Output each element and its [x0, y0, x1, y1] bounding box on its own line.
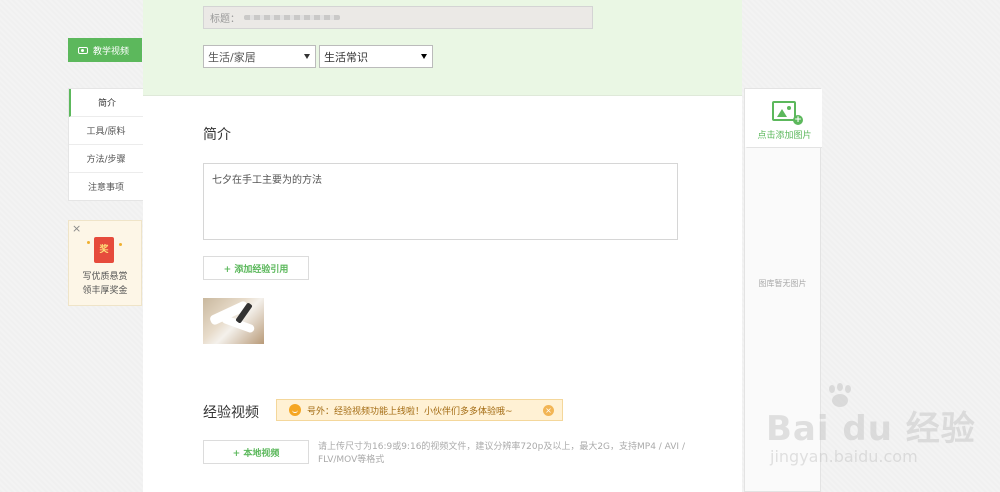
envelope-char: 奖 [99, 245, 109, 255]
watermark-url: jingyan.baidu.com [770, 447, 918, 466]
baidu-watermark: Bai du 经验 jingyan.baidu.com [760, 383, 1000, 483]
reward-banner[interactable]: × 奖 写优质悬赏 领丰厚奖金 [68, 220, 142, 306]
red-envelope-icon: 奖 [94, 237, 114, 263]
nav-item-steps[interactable]: 方法/步骤 [69, 145, 143, 173]
smile-icon [289, 404, 301, 416]
video-upload-hint: 请上传尺寸为16:9或9:16的视频文件，建议分辨率720p及以上，最大2G，支… [318, 442, 685, 465]
empty-library-text: 图库暂无图片 [758, 279, 807, 288]
plus-icon: + [793, 115, 803, 125]
chevron-down-icon [304, 54, 310, 59]
video-heading: 经验视频 [203, 405, 259, 421]
nav-item-label: 简介 [97, 99, 116, 109]
close-icon[interactable]: × [543, 405, 554, 416]
close-icon[interactable]: × [72, 222, 81, 235]
video-notice: 号外：经验视频功能上线啦！小伙伴们多多体验哦~ × [276, 399, 563, 421]
intro-text: 七夕在手工主要为的方法 [212, 175, 322, 186]
video-camera-icon [78, 46, 88, 54]
nav-item-label: 方法/步骤 [86, 155, 126, 165]
intro-textarea[interactable]: 七夕在手工主要为的方法 [203, 163, 678, 240]
category-1-value: 生活/家居 [208, 50, 256, 64]
header-band: 标题： 生活/家居 生活常识 [143, 0, 742, 96]
reward-text-line1: 写优质悬赏 [82, 272, 128, 282]
title-value-redacted [244, 15, 340, 20]
category-select-1[interactable]: 生活/家居 [203, 45, 316, 68]
reward-text-line2: 领丰厚奖金 [82, 286, 128, 296]
intro-heading: 简介 [203, 127, 231, 143]
nav-item-label: 工具/原料 [86, 127, 126, 137]
nav-item-notes[interactable]: 注意事项 [69, 173, 143, 200]
teaching-video-label: 教学视频 [93, 46, 130, 57]
intro-image-thumbnail[interactable] [203, 298, 264, 344]
nav-item-label: 注意事项 [87, 183, 124, 193]
watermark-brand: Bai du 经验 [766, 409, 976, 449]
teaching-video-tag[interactable]: 教学视频 [68, 38, 142, 62]
add-image-label: 点击添加图片 [757, 131, 812, 141]
title-label: 标题： [210, 14, 240, 25]
category-2-value: 生活常识 [324, 50, 368, 64]
category-select-2[interactable]: 生活常识 [319, 45, 433, 68]
editor-panel: 标题： 生活/家居 生活常识 简介 七夕在手工主要为的方法 + 添加经验引用 经… [143, 0, 742, 492]
title-input[interactable]: 标题： [203, 6, 593, 29]
nav-item-intro[interactable]: 简介 [69, 89, 143, 117]
nav-item-tools[interactable]: 工具/原料 [69, 117, 143, 145]
add-reference-button[interactable]: + 添加经验引用 [203, 256, 309, 280]
add-image-button[interactable]: + 点击添加图片 [745, 89, 822, 148]
sparkle-icon [119, 243, 122, 246]
chevron-down-icon [421, 54, 427, 59]
local-video-button[interactable]: + 本地视频 [203, 440, 309, 464]
sparkle-icon [87, 241, 90, 244]
notice-text: 号外：经验视频功能上线啦！小伙伴们多多体验哦~ [307, 406, 513, 417]
section-nav: 简介 工具/原料 方法/步骤 注意事项 [68, 88, 144, 201]
